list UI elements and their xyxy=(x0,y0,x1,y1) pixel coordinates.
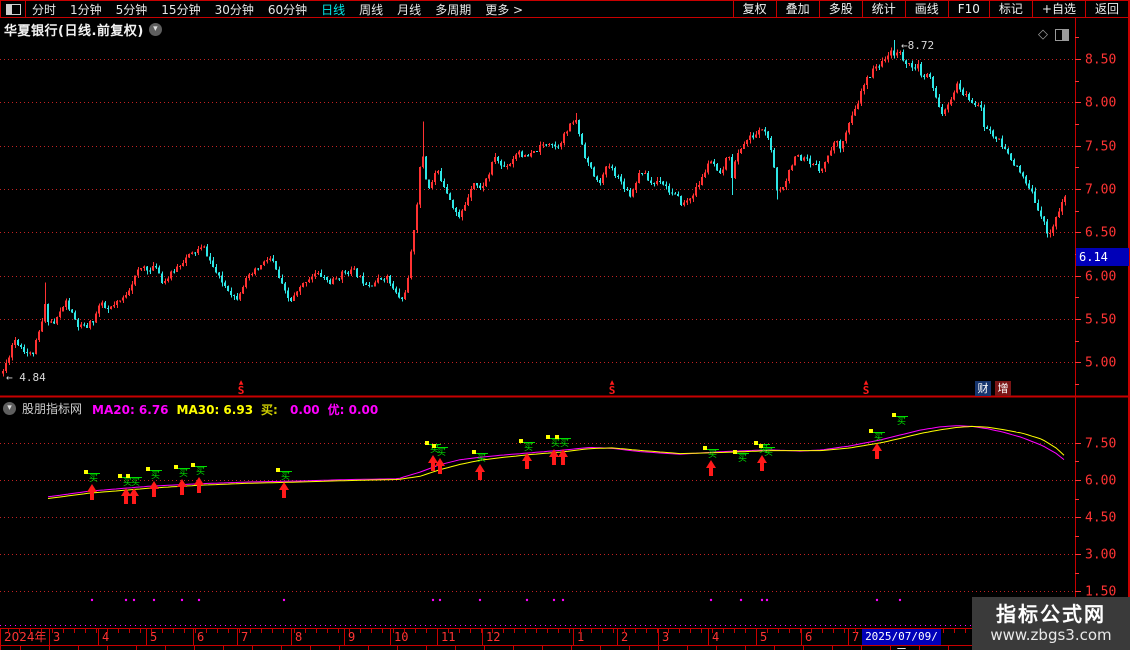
svg-text:7.00: 7.00 xyxy=(1085,183,1116,198)
svg-text:S: S xyxy=(863,384,870,397)
svg-text:买: 买 xyxy=(738,453,747,464)
indicator-value: MA20: 6.76 xyxy=(92,403,169,417)
svg-text:3: 3 xyxy=(53,630,60,644)
indicator-values: MA20: 6.76 MA30: 6.93 买: 0.00 优: 0.00 xyxy=(92,399,386,418)
svg-text:7.50: 7.50 xyxy=(1085,437,1116,452)
svg-text:买: 买 xyxy=(708,449,717,460)
svg-text:6: 6 xyxy=(197,630,204,644)
last-price-tag: 6.14 xyxy=(1076,248,1129,266)
price-chart[interactable]: 8.50 8.00 7.50 7.00 6.50 6.00 5.50 5.00 7.50 6.00… xyxy=(0,0,1130,650)
svg-text:5.50: 5.50 xyxy=(1085,313,1116,328)
indicator-value: 优: 0.00 xyxy=(327,403,379,417)
svg-text:买: 买 xyxy=(437,447,446,458)
watermark-title: 指标公式网 xyxy=(996,602,1106,626)
indicator-value: MA30: 6.93 xyxy=(176,403,254,417)
svg-text:4: 4 xyxy=(712,630,719,644)
svg-text:买: 买 xyxy=(764,447,773,458)
indicator-value: 0.00 xyxy=(290,403,320,417)
watermark: 指标公式网 www.zbgs3.com xyxy=(972,597,1130,650)
badge-增[interactable]: 增 xyxy=(995,381,1011,396)
indicator-header: ▾ 股朋指标网 MA20: 6.76 MA30: 6.93 买: 0.00 优: 0.… xyxy=(3,399,386,418)
svg-text:买: 买 xyxy=(524,442,533,453)
svg-text:买: 买 xyxy=(897,416,906,427)
svg-text:买: 买 xyxy=(131,477,140,488)
svg-text:2024年: 2024年 xyxy=(4,630,47,644)
svg-text:S: S xyxy=(609,384,616,397)
svg-text:← 4.84: ← 4.84 xyxy=(6,371,46,384)
svg-text:6.00: 6.00 xyxy=(1085,270,1116,285)
svg-text:买: 买 xyxy=(281,471,290,482)
svg-text:4: 4 xyxy=(102,630,109,644)
app-window: 分时 1分钟 5分钟 15分钟 30分钟 60分钟 日线 周线 月线 多周期 更多 > 复权 叠加 多股… xyxy=(0,0,1130,650)
watermark-url: www.zbgs3.com xyxy=(990,626,1112,644)
indicator-source-label[interactable]: 股朋指标网 xyxy=(22,400,82,417)
svg-text:7: 7 xyxy=(241,630,248,644)
svg-text:5: 5 xyxy=(760,630,767,644)
indicator-value: 买: xyxy=(261,403,283,417)
split-pane-icon[interactable] xyxy=(1055,28,1069,41)
page-title: 华夏银行(日线.前复权) xyxy=(4,24,144,39)
svg-text:12: 12 xyxy=(486,630,500,644)
svg-text:5.00: 5.00 xyxy=(1085,356,1116,371)
svg-text:买: 买 xyxy=(551,438,560,449)
current-date-tag: 2025/07/09/三 xyxy=(862,629,941,650)
chevron-down-icon[interactable]: ▾ xyxy=(148,23,162,36)
svg-text:买: 买 xyxy=(151,470,160,481)
svg-text:7.50: 7.50 xyxy=(1085,140,1116,155)
chart-corner-icons: ◇ xyxy=(1038,27,1069,42)
svg-text:6.50: 6.50 xyxy=(1085,226,1116,241)
svg-text:买: 买 xyxy=(874,432,883,443)
svg-text:4.50: 4.50 xyxy=(1085,511,1116,526)
svg-text:S: S xyxy=(238,384,245,397)
svg-text:买: 买 xyxy=(560,438,569,449)
badge-财[interactable]: 财 xyxy=(975,381,991,396)
chart-title-row[interactable]: 华夏银行(日线.前复权) ▾ xyxy=(4,20,162,39)
diamond-icon[interactable]: ◇ xyxy=(1038,27,1048,42)
svg-text:←8.72: ←8.72 xyxy=(901,39,934,52)
svg-text:买: 买 xyxy=(89,473,98,484)
chevron-down-icon[interactable]: ▾ xyxy=(3,402,16,415)
svg-text:8.50: 8.50 xyxy=(1085,53,1116,68)
svg-text:8: 8 xyxy=(295,630,302,644)
svg-text:10: 10 xyxy=(394,630,408,644)
svg-text:买: 买 xyxy=(196,466,205,477)
svg-text:6.00: 6.00 xyxy=(1085,474,1116,489)
svg-text:买: 买 xyxy=(477,453,486,464)
svg-text:买: 买 xyxy=(179,468,188,479)
svg-text:3.00: 3.00 xyxy=(1085,548,1116,563)
svg-text:8.00: 8.00 xyxy=(1085,96,1116,111)
